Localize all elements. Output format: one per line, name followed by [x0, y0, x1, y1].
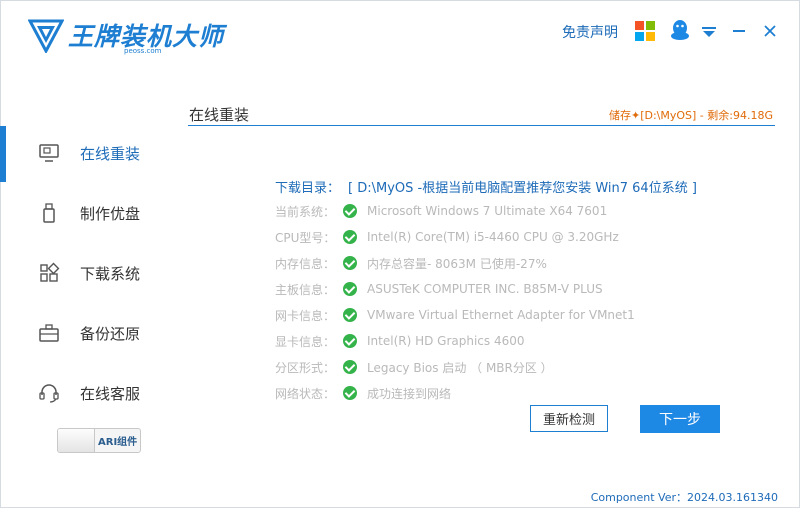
check-icon	[343, 386, 357, 400]
info-key: 当前系统：	[275, 204, 336, 219]
check-icon	[343, 204, 357, 218]
grid-apps-icon	[40, 262, 60, 282]
info-row-motherboard: 主板信息： ASUSTeK COMPUTER INC. B85M-V PLUS	[275, 279, 755, 299]
info-value: 内存总容量- 8063M 已使用-27%	[367, 256, 547, 271]
section-divider	[188, 125, 775, 126]
info-row-partition: 分区形式： Legacy Bios 启动 （ MBR分区 ）	[275, 357, 755, 377]
qq-penguin-icon[interactable]	[670, 19, 690, 41]
windows-logo-icon[interactable]	[635, 21, 655, 41]
sidebar-item-make-usb[interactable]: 制作优盘	[0, 193, 170, 233]
info-key: 内存信息：	[275, 256, 336, 271]
check-icon	[343, 282, 357, 296]
info-key: CPU型号：	[275, 230, 336, 245]
component-version: Component Ver：2024.03.161340	[590, 491, 778, 504]
sidebar-item-download-system[interactable]: 下载系统	[0, 253, 170, 293]
info-value: Microsoft Windows 7 Ultimate X64 7601	[367, 204, 608, 218]
info-row-cpu: CPU型号： Intel(R) Core(TM) i5-4460 CPU @ 3…	[275, 227, 755, 247]
sidebar-item-label: 下载系统	[80, 264, 141, 283]
app-subtitle: peoss.com	[124, 47, 162, 55]
check-icon	[343, 230, 357, 244]
logo-shield-icon	[28, 19, 64, 53]
info-key: 网络状态：	[275, 386, 336, 401]
download-dir-label: 下载目录：	[275, 181, 341, 196]
info-key: 分区形式：	[275, 360, 336, 375]
close-icon[interactable]	[763, 24, 777, 38]
info-row-network-status: 网络状态： 成功连接到网络	[275, 383, 755, 403]
minimize-icon[interactable]	[733, 30, 745, 32]
check-icon	[343, 308, 357, 322]
info-value: 成功连接到网络	[367, 386, 452, 401]
usb-drive-icon	[43, 203, 55, 223]
monitor-icon	[39, 144, 59, 162]
ari-component-toggle[interactable]: ARI组件	[57, 428, 141, 453]
info-value: ASUSTeK COMPUTER INC. B85M-V PLUS	[367, 282, 603, 296]
info-row-memory: 内存信息： 内存总容量- 8063M 已使用-27%	[275, 253, 755, 273]
check-icon	[343, 256, 357, 270]
briefcase-icon	[39, 324, 59, 342]
info-row-network-card: 网卡信息： VMware Virtual Ethernet Adapter fo…	[275, 305, 755, 325]
info-row-graphics: 显卡信息： Intel(R) HD Graphics 4600	[275, 331, 755, 351]
sidebar-item-label: 备份还原	[80, 324, 141, 343]
check-icon	[343, 360, 357, 374]
info-value: Intel(R) HD Graphics 4600	[367, 334, 525, 348]
toggle-label: ARI组件	[98, 437, 138, 448]
next-step-button[interactable]: 下一步	[640, 405, 720, 433]
sidebar-item-label: 制作优盘	[80, 204, 141, 223]
info-value: VMware Virtual Ethernet Adapter for VMne…	[367, 308, 635, 322]
download-dir-value[interactable]: [ D:\MyOS -根据当前电脑配置推荐您安装 Win7 64位系统 ]	[348, 177, 697, 196]
info-key: 主板信息：	[275, 282, 336, 297]
info-key: 显卡信息：	[275, 334, 336, 349]
sidebar-item-online-support[interactable]: 在线客服	[0, 373, 170, 413]
sidebar-item-label: 在线重装	[80, 144, 141, 163]
disclaimer-link[interactable]: 免责声明	[562, 22, 618, 42]
recheck-button[interactable]: 重新检测	[530, 405, 608, 432]
sidebar-item-online-reinstall[interactable]: 在线重装	[0, 133, 170, 173]
info-value: Intel(R) Core(TM) i5-4460 CPU @ 3.20GHz	[367, 230, 619, 244]
info-key: 网卡信息：	[275, 308, 336, 323]
info-row-os: 当前系统： Microsoft Windows 7 Ultimate X64 7…	[275, 201, 755, 221]
storage-info: 储存✦[D:\MyOS] - 剩余:94.18G	[608, 109, 773, 122]
info-value: Legacy Bios 启动 （ MBR分区 ）	[367, 360, 553, 375]
app-logo: 王牌装机大师 peoss.com	[28, 14, 223, 56]
sidebar-item-label: 在线客服	[80, 384, 141, 403]
headset-icon	[39, 384, 59, 403]
toggle-knob	[58, 429, 95, 452]
section-title: 在线重装	[189, 106, 250, 124]
check-icon	[343, 334, 357, 348]
dropdown-menu-icon[interactable]	[702, 27, 716, 37]
sidebar-item-backup-restore[interactable]: 备份还原	[0, 313, 170, 353]
